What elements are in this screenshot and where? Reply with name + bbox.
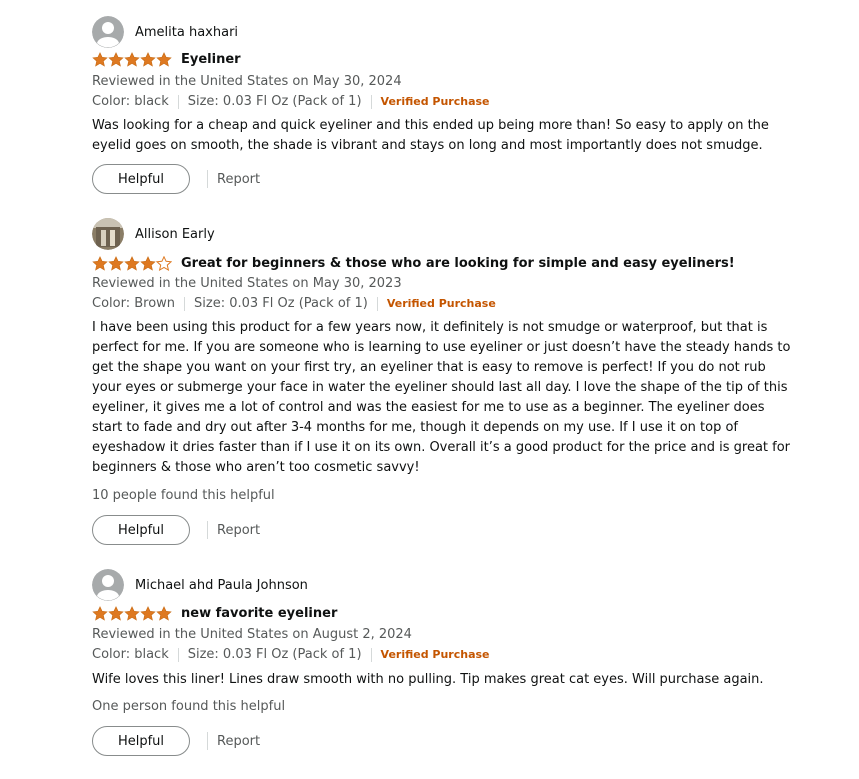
- star-filled-icon: [124, 606, 140, 621]
- variant-size: Size: 0.03 Fl Oz (Pack of 1): [194, 296, 368, 311]
- report-link[interactable]: Report: [217, 523, 260, 538]
- star-filled-icon: [140, 606, 156, 621]
- review-date: Reviewed in the United States on August …: [92, 627, 412, 642]
- review-body: Wife loves this liner! Lines draw smooth…: [92, 672, 764, 687]
- report-link[interactable]: Report: [217, 172, 260, 187]
- review-heading: new favorite eyeliner: [92, 606, 337, 621]
- star-empty-icon: [156, 256, 172, 271]
- divider: [177, 94, 179, 109]
- verified-purchase-badge[interactable]: Verified Purchase: [381, 648, 490, 661]
- review-actions: Helpful Report: [92, 515, 260, 545]
- reviewer-profile[interactable]: Amelita haxhari: [92, 16, 238, 48]
- review-title[interactable]: Great for beginners & those who are look…: [181, 256, 735, 271]
- divider: [184, 296, 186, 311]
- report-link[interactable]: Report: [217, 734, 260, 749]
- star-filled-icon: [92, 256, 108, 271]
- review-title[interactable]: new favorite eyeliner: [181, 606, 337, 621]
- helpful-count: One person found this helpful: [92, 699, 286, 714]
- star-filled-icon: [156, 52, 172, 67]
- reviewer-name: Allison Early: [135, 226, 215, 242]
- default-avatar-icon: [92, 569, 124, 601]
- review-body: I have been using this product for a few…: [92, 320, 791, 475]
- divider: [370, 94, 372, 109]
- review-body: Was looking for a cheap and quick eyelin…: [92, 118, 769, 153]
- reviewer-profile[interactable]: Michael ahd Paula Johnson: [92, 569, 308, 601]
- star-filled-icon: [140, 52, 156, 67]
- star-filled-icon: [108, 256, 124, 271]
- star-filled-icon: [124, 256, 140, 271]
- star-filled-icon: [140, 256, 156, 271]
- variant-info: Color: Brown Size: 0.03 Fl Oz (Pack of 1…: [92, 296, 496, 311]
- divider: [207, 732, 208, 750]
- review-card: Allison Early Great for beginners & thos…: [92, 202, 792, 552]
- review-date: Reviewed in the United States on May 30,…: [92, 74, 402, 89]
- variant-color: Color: black: [92, 94, 169, 109]
- star-filled-icon: [156, 606, 172, 621]
- default-avatar-icon: [92, 16, 124, 48]
- divider: [207, 521, 208, 539]
- variant-info: Color: black Size: 0.03 Fl Oz (Pack of 1…: [92, 94, 490, 109]
- divider: [376, 296, 378, 311]
- helpful-count: 10 people found this helpful: [92, 488, 275, 503]
- variant-size: Size: 0.03 Fl Oz (Pack of 1): [187, 647, 362, 662]
- review-actions: Helpful Report: [92, 726, 260, 756]
- star-rating[interactable]: [92, 606, 172, 621]
- review-title[interactable]: Eyeliner: [181, 52, 241, 67]
- divider: [207, 170, 208, 188]
- user-photo-avatar: [92, 218, 124, 250]
- variant-info: Color: black Size: 0.03 Fl Oz (Pack of 1…: [92, 647, 490, 662]
- helpful-button[interactable]: Helpful: [92, 164, 190, 194]
- divider: [370, 647, 372, 662]
- verified-purchase-badge[interactable]: Verified Purchase: [381, 95, 490, 108]
- variant-color: Color: black: [92, 647, 169, 662]
- star-filled-icon: [124, 52, 140, 67]
- verified-purchase-badge[interactable]: Verified Purchase: [387, 297, 496, 310]
- reviewer-profile[interactable]: Allison Early: [92, 218, 215, 250]
- star-rating[interactable]: [92, 256, 172, 271]
- review-heading: Eyeliner: [92, 52, 241, 67]
- review-card: Michael ahd Paula Johnson new favorite e…: [92, 553, 792, 773]
- star-filled-icon: [108, 606, 124, 621]
- star-rating[interactable]: [92, 52, 172, 67]
- star-filled-icon: [92, 52, 108, 67]
- star-filled-icon: [92, 606, 108, 621]
- review-card: Amelita haxhari Eyeliner Reviewed in the…: [92, 0, 792, 200]
- review-date: Reviewed in the United States on May 30,…: [92, 276, 402, 291]
- helpful-button[interactable]: Helpful: [92, 726, 190, 756]
- variant-color: Color: Brown: [92, 296, 176, 311]
- variant-size: Size: 0.03 Fl Oz (Pack of 1): [187, 94, 362, 109]
- helpful-button[interactable]: Helpful: [92, 515, 190, 545]
- reviewer-name: Michael ahd Paula Johnson: [135, 577, 308, 593]
- divider: [177, 647, 179, 662]
- reviewer-name: Amelita haxhari: [135, 24, 239, 40]
- review-actions: Helpful Report: [92, 164, 260, 194]
- star-filled-icon: [108, 52, 124, 67]
- review-heading: Great for beginners & those who are look…: [92, 256, 735, 271]
